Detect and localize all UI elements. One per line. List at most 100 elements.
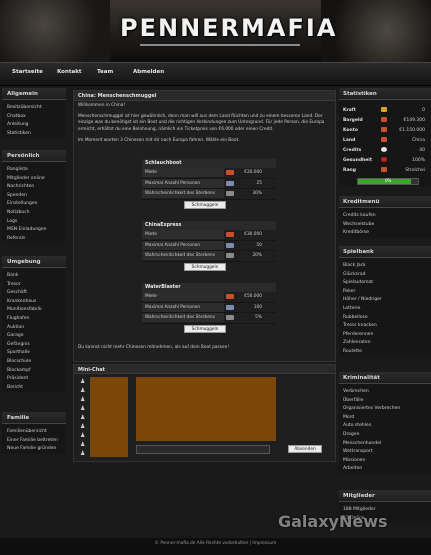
user-icon: ♟	[80, 387, 86, 394]
rank-icon	[381, 167, 387, 172]
stat-row-credits: Credits 40	[339, 146, 431, 156]
nav-team[interactable]: Team	[97, 69, 113, 75]
sidebar-item-blocschule[interactable]: Blocschule	[2, 358, 66, 367]
sidebar-item-einstellungen[interactable]: Einstellungen	[2, 200, 66, 209]
sidebar-item-familienuebersicht[interactable]: Familienübersicht	[2, 428, 66, 437]
stat-row-bargeld: Bargeld €149.300	[339, 116, 431, 126]
sidebar-item-familie-beitreten[interactable]: Einer Familie beitreten	[2, 437, 66, 446]
stat-row-konto: Konto €1.150.000	[339, 126, 431, 136]
sidebar-item-rangliste[interactable]: Rangliste	[2, 166, 66, 175]
boat-row-max: Maximal Anzahl Personen 50	[142, 240, 276, 251]
menu-item-drogen[interactable]: Drogen	[339, 431, 431, 440]
boat-row-miete: Miete €30.000	[142, 230, 276, 241]
sidebar-item-statistiken[interactable]: Statistiken	[2, 130, 66, 139]
menu-item-spielautomat[interactable]: Spielautomat	[339, 279, 431, 288]
chat-message-input[interactable]	[136, 445, 270, 454]
people-icon	[226, 304, 234, 310]
menu-item-organisiertes-verbrechen[interactable]: Organisiertes Verbrechen	[339, 405, 431, 414]
sidebar-item-geschaeft[interactable]: Geschäft	[2, 289, 66, 298]
sidebar-header-allgemein: Allgemein	[2, 88, 66, 100]
menu-item-mord[interactable]: Mord	[339, 414, 431, 423]
menu-item-auto-stehlen[interactable]: Auto stehlen	[339, 422, 431, 431]
menu-item-hoeher-niedriger[interactable]: Höher / Niedriger	[339, 296, 431, 305]
stats-panel: Statistiken Kraft 0 Bargeld €149.300 Konto…	[339, 88, 431, 186]
stat-row-land: Land China	[339, 136, 431, 146]
menu-item-ueberfaelle[interactable]: Überfälle	[339, 397, 431, 406]
smuggle-button[interactable]: Schmuggeln	[184, 325, 226, 333]
smuggle-button[interactable]: Schmuggeln	[184, 201, 226, 209]
value-max: 100	[253, 304, 262, 310]
site-logo[interactable]: PENNERMAFIA	[120, 14, 335, 42]
sidebar-item-blockampf[interactable]: Blockampf	[2, 367, 66, 376]
menu-item-zahlenraten[interactable]: Zahlenraten	[339, 339, 431, 348]
menu-item-pferderennen[interactable]: Pferderennen	[339, 331, 431, 340]
stat-value: 100%	[412, 158, 425, 163]
nav-startseite[interactable]: Startseite	[12, 69, 43, 75]
sidebar-item-chatbox[interactable]: Chatbox	[2, 113, 66, 122]
sidebar-item-praesident[interactable]: Präsident	[2, 375, 66, 384]
menu-item-rubbellose[interactable]: Rubbellose	[339, 314, 431, 323]
sidebar-item-msn-einladungen[interactable]: MSN Einladungen	[2, 226, 66, 235]
money-icon	[226, 170, 234, 175]
sidebar-item-bank[interactable]: Bank	[2, 272, 66, 281]
stat-value: Strolchei	[405, 168, 425, 173]
nav-abmelden[interactable]: Abmelden	[133, 69, 164, 75]
menu-item-kreditboerse[interactable]: Kreditbörse	[339, 229, 431, 238]
label-miete: Miete	[142, 230, 224, 239]
chat-messages-panel[interactable]	[136, 377, 276, 441]
sidebar-item-besitzuebersicht[interactable]: Besitzübersicht	[2, 104, 66, 113]
sidebar-item-gefaengnis[interactable]: Gefängnis	[2, 341, 66, 350]
banner-figure-right	[321, 0, 431, 62]
menu-item-lotterie[interactable]: Lotterie	[339, 305, 431, 314]
sidebar-item-auktion[interactable]: Auktion	[2, 324, 66, 333]
health-icon	[381, 157, 387, 162]
boat-card: WaterBlaster Miete €50.000 Maximal Anzahl…	[142, 283, 276, 333]
money-icon	[226, 232, 234, 237]
sidebar-item-munitionsfabrik[interactable]: Munitionsfabrik	[2, 306, 66, 315]
sidebar-item-krankenhaus[interactable]: Krankenhaus	[2, 298, 66, 307]
menu-item-missionen[interactable]: Missionen	[339, 457, 431, 466]
main-nav: Startseite Kontakt Team Abmelden	[0, 62, 431, 86]
menu-item-gluecksrad[interactable]: Glücksrad	[339, 271, 431, 280]
menu-item-tresor-knacken[interactable]: Tresor knacken	[339, 322, 431, 331]
stats-title: Statistiken	[339, 88, 431, 100]
menu-item-verbrechen[interactable]: Verbrechen	[339, 388, 431, 397]
menu-item-arbeiten[interactable]: Arbeiten	[339, 465, 431, 474]
label-max: Maximal Anzahl Personen	[142, 240, 224, 250]
menu-item-poker[interactable]: Poker	[339, 288, 431, 297]
nav-kontakt[interactable]: Kontakt	[57, 69, 82, 75]
chat-send-button[interactable]: Absenden	[288, 445, 322, 453]
rank-progress: 0%	[339, 176, 431, 186]
sidebar-item-mitglieder-online[interactable]: Mitglieder online	[2, 175, 66, 184]
menu-item-menschenhandel[interactable]: Menschenhandel	[339, 440, 431, 449]
sidebar-item-flughafen[interactable]: Flughafen	[2, 315, 66, 324]
menu-item-roulette[interactable]: Roulette	[339, 348, 431, 357]
sidebar-item-notizbuch[interactable]: Notizbuch	[2, 209, 66, 218]
boat-row-chance: Wahrscheinlichkeit des Sterbens 30%	[142, 189, 276, 200]
menu-item-black-jack[interactable]: Black Jack	[339, 262, 431, 271]
smuggle-button[interactable]: Schmuggeln	[184, 263, 226, 271]
sidebar-item-logs[interactable]: Logs	[2, 218, 66, 227]
sidebar-item-garage[interactable]: Garage	[2, 332, 66, 341]
sidebar-item-anleitung[interactable]: Anleitung	[2, 121, 66, 130]
stat-label: Bargeld	[343, 118, 363, 123]
chat-users-panel[interactable]	[90, 377, 128, 457]
value-max: 25	[256, 180, 262, 186]
sidebar-item-nachrichten[interactable]: Nachrichten	[2, 183, 66, 192]
boat-card: Schlauchboot Miete €20.000 Maximal Anzahl…	[142, 159, 276, 209]
sidebar-item-sporthalle[interactable]: Sporthalle	[2, 349, 66, 358]
sidebar-persoenlich: Persönlich Rangliste Mitglieder online N…	[2, 150, 66, 244]
menu-item-wettransport[interactable]: Wettransport	[339, 448, 431, 457]
sidebar-item-familie-gruenden[interactable]: Neue Familie gründen	[2, 445, 66, 454]
menu-item-wechselstube[interactable]: Wechselstube	[339, 221, 431, 230]
sidebar-item-referals[interactable]: Referals	[2, 235, 66, 244]
bank-icon	[381, 127, 387, 132]
label-miete: Miete	[142, 168, 224, 177]
sidebar-item-spenden[interactable]: Spenden	[2, 192, 66, 201]
value-chance: 20%	[252, 253, 262, 258]
sidebar-item-tresor[interactable]: Tresor	[2, 281, 66, 290]
menu-item-credits-kaufen[interactable]: Credits kaufen	[339, 212, 431, 221]
sidebar-item-bericht[interactable]: Bericht	[2, 384, 66, 393]
stat-value: China	[412, 138, 425, 143]
mini-chat-title: Mini-Chat	[74, 365, 335, 374]
